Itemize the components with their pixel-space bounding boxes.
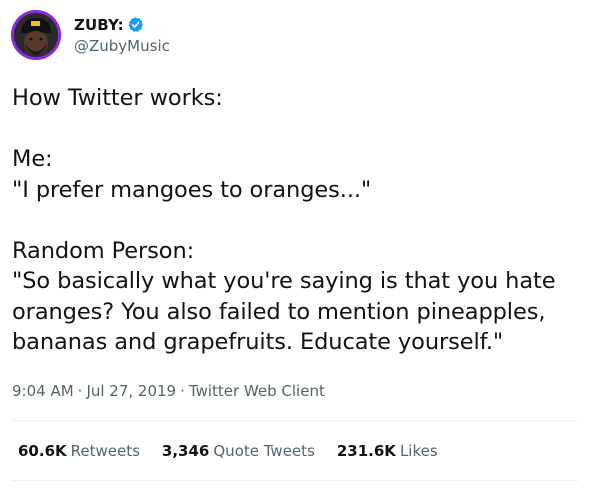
tweet-line: Me: — [12, 146, 53, 172]
quote-tweets-stat[interactable]: 3,346 Quote Tweets — [162, 442, 315, 460]
divider — [12, 420, 579, 421]
tweet-meta: 9:04 AM · Jul 27, 2019 · Twitter Web Cli… — [12, 381, 325, 401]
name-row: ZUBY: — [74, 15, 170, 34]
author-names: ZUBY: @ZubyMusic — [74, 15, 170, 56]
tweet-date[interactable]: Jul 27, 2019 — [86, 382, 176, 400]
display-name[interactable]: ZUBY: — [74, 16, 124, 34]
tweet-line: "So basically what you're saying is that… — [12, 268, 556, 294]
avatar[interactable] — [11, 10, 61, 60]
tweet-header: ZUBY: @ZubyMusic — [11, 9, 170, 61]
tweet-stats: 60.6K Retweets 3,346 Quote Tweets 231.6K… — [18, 440, 460, 462]
tweet-card: ZUBY: @ZubyMusic How Twitter works: Me: … — [0, 0, 591, 497]
retweets-stat[interactable]: 60.6K Retweets — [18, 442, 140, 460]
tweet-time[interactable]: 9:04 AM — [12, 382, 74, 400]
tweet-line: "I prefer mangoes to oranges..." — [12, 176, 372, 203]
retweets-count: 60.6K — [18, 442, 67, 460]
likes-label: Likes — [399, 442, 438, 460]
divider — [12, 480, 579, 481]
meta-separator: · — [180, 382, 185, 400]
quote-tweets-count: 3,346 — [161, 442, 210, 460]
quote-tweets-label: Quote Tweets — [213, 442, 315, 460]
likes-count: 231.6K — [336, 442, 396, 460]
author-handle[interactable]: @ZubyMusic — [74, 37, 170, 55]
tweet-client[interactable]: Twitter Web Client — [189, 382, 325, 400]
tweet-text: How Twitter works: Me: "I prefer mangoes… — [12, 83, 582, 358]
verified-badge-icon — [127, 16, 144, 33]
meta-separator: · — [77, 382, 83, 400]
retweets-label: Retweets — [70, 442, 140, 460]
likes-stat[interactable]: 231.6K Likes — [337, 442, 438, 460]
tweet-line: oranges? You also failed to mention pine… — [12, 298, 546, 325]
tweet-line: bananas and grapefruits. Educate yoursel… — [12, 329, 504, 355]
tweet-line: Random Person: — [12, 237, 195, 264]
tweet-line: How Twitter works: — [12, 85, 223, 111]
